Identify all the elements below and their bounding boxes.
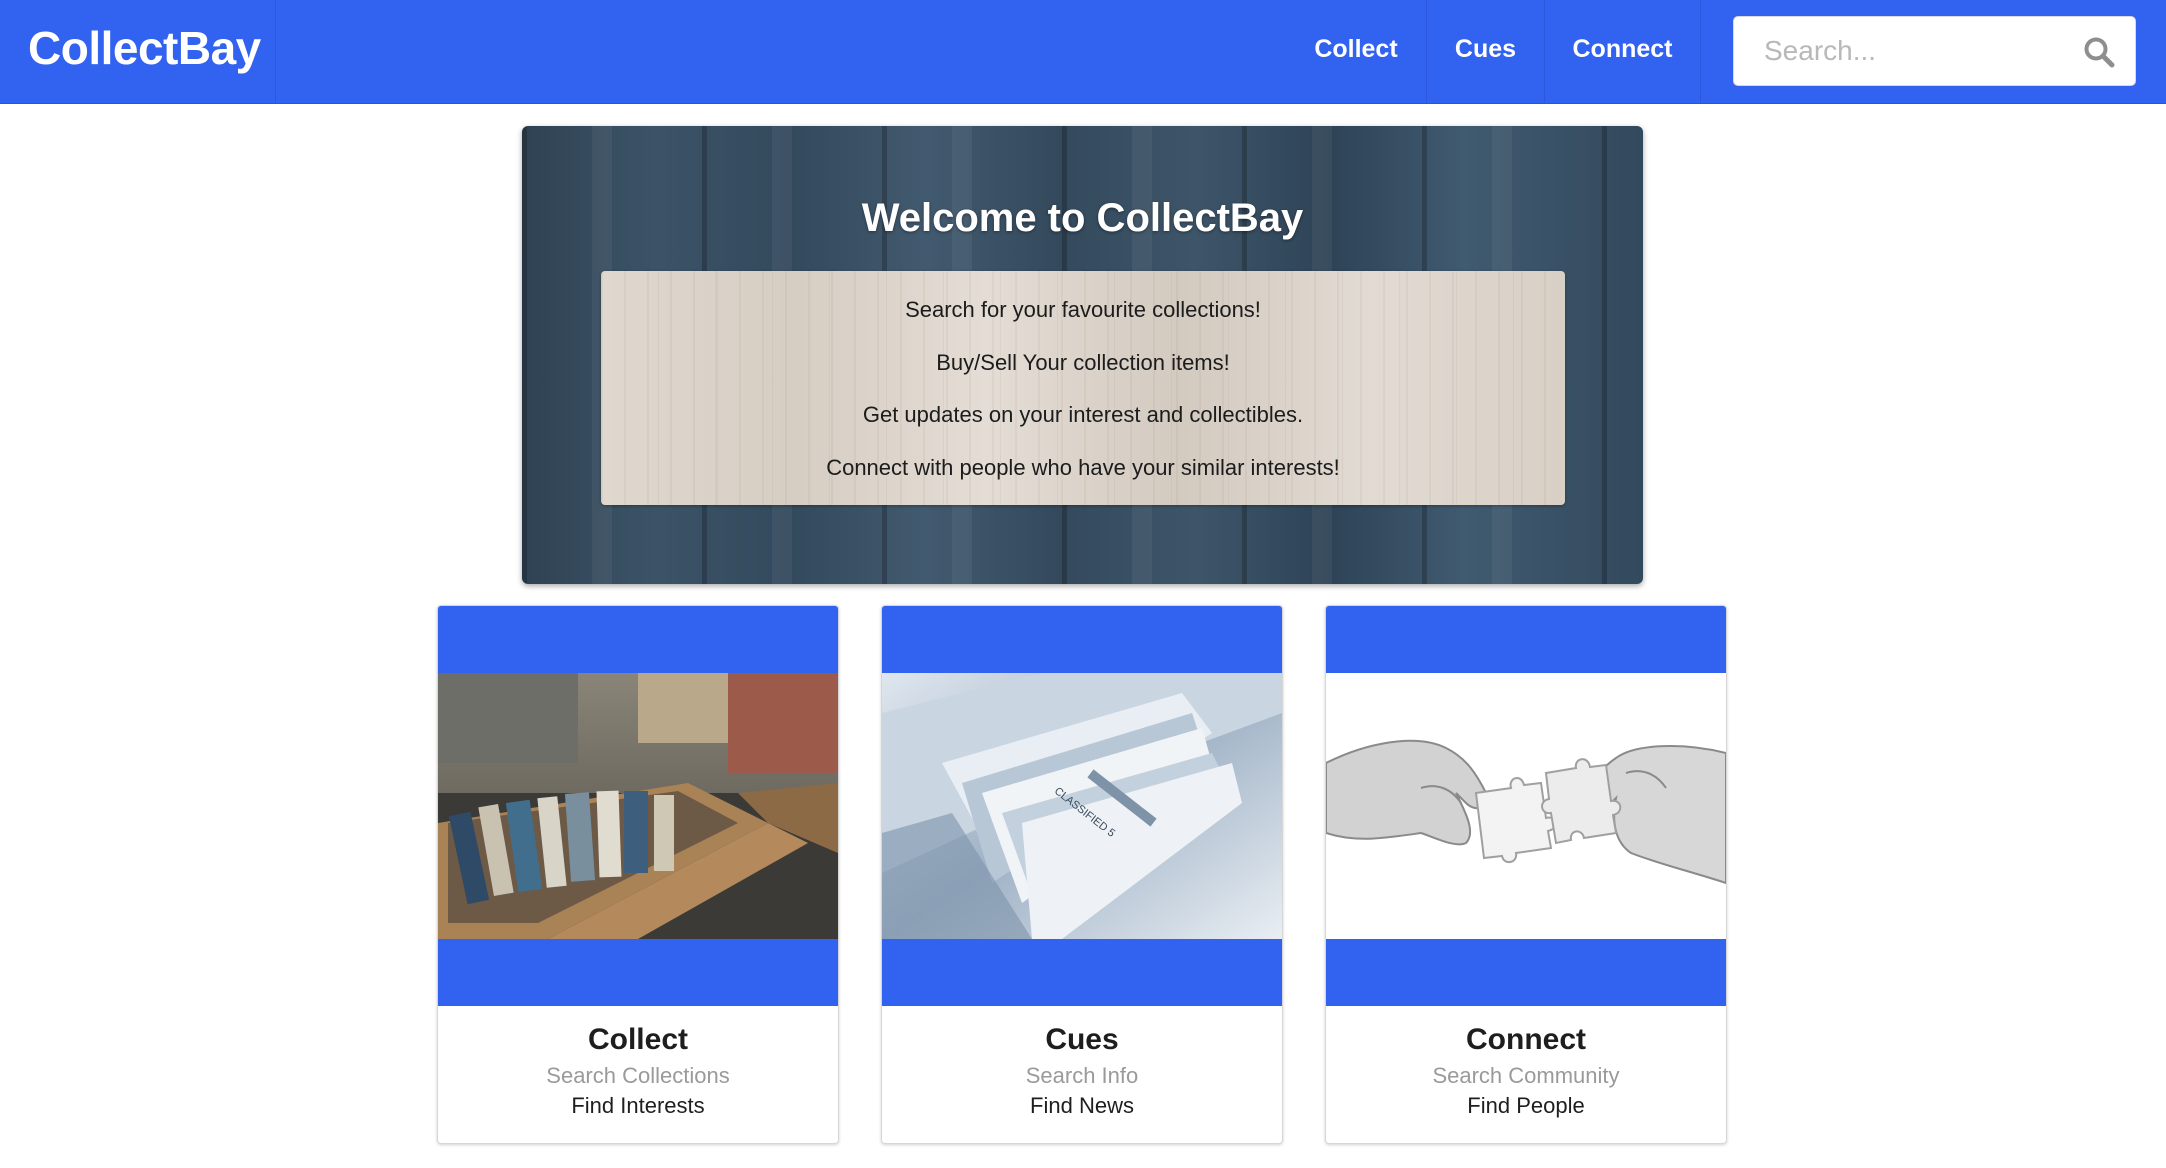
search-icon[interactable] — [2083, 36, 2115, 68]
hero-features-panel: Search for your favourite collections! B… — [601, 271, 1565, 505]
search-input[interactable] — [1734, 17, 2074, 85]
card-connect[interactable]: Connect Search Community Find People — [1325, 605, 1727, 1144]
collect-books-image — [438, 673, 838, 939]
hero-title: Welcome to CollectBay — [861, 196, 1304, 240]
card-media — [438, 606, 838, 1006]
card-link[interactable]: Find News — [882, 1093, 1282, 1119]
card-media — [1326, 606, 1726, 1006]
nav-item-connect[interactable]: Connect — [1545, 0, 1701, 104]
search-box — [1733, 16, 2136, 86]
card-title: Collect — [587, 1023, 689, 1056]
card-link[interactable]: Find People — [1326, 1093, 1726, 1119]
cues-newspaper-image: CLASSIFIED 5 — [882, 673, 1282, 939]
nav-item-cues[interactable]: Cues — [1427, 0, 1545, 104]
card-title: Cues — [1045, 1023, 1119, 1056]
card-media: CLASSIFIED 5 — [882, 606, 1282, 1006]
card-subtitle: Search Info — [1025, 1063, 1139, 1088]
card-subtitle: Search Collections — [546, 1063, 730, 1088]
connect-puzzle-hands-image — [1326, 673, 1726, 939]
hero-feature-line: Get updates on your interest and collect… — [862, 402, 1304, 427]
brand-logo[interactable]: CollectBay — [0, 0, 276, 104]
card-cues[interactable]: CLASSIFIED 5 Cues Search Info Find News — [881, 605, 1283, 1144]
hero-feature-line: Search for your favourite collections! — [905, 297, 1261, 322]
top-navbar: CollectBay Collect Cues Connect — [0, 0, 2166, 104]
welcome-hero: Welcome to CollectBay Search for your fa… — [522, 126, 1643, 584]
hero-feature-line: Buy/Sell Your collection items! — [936, 350, 1230, 375]
card-collect[interactable]: Collect Search Collections Find Interest… — [437, 605, 839, 1144]
nav-item-collect[interactable]: Collect — [1286, 0, 1427, 104]
card-title: Connect — [1466, 1023, 1586, 1056]
card-subtitle: Search Community — [1432, 1063, 1620, 1088]
card-link[interactable]: Find Interests — [438, 1093, 838, 1119]
hero-feature-line: Connect with people who have your simila… — [826, 455, 1340, 480]
